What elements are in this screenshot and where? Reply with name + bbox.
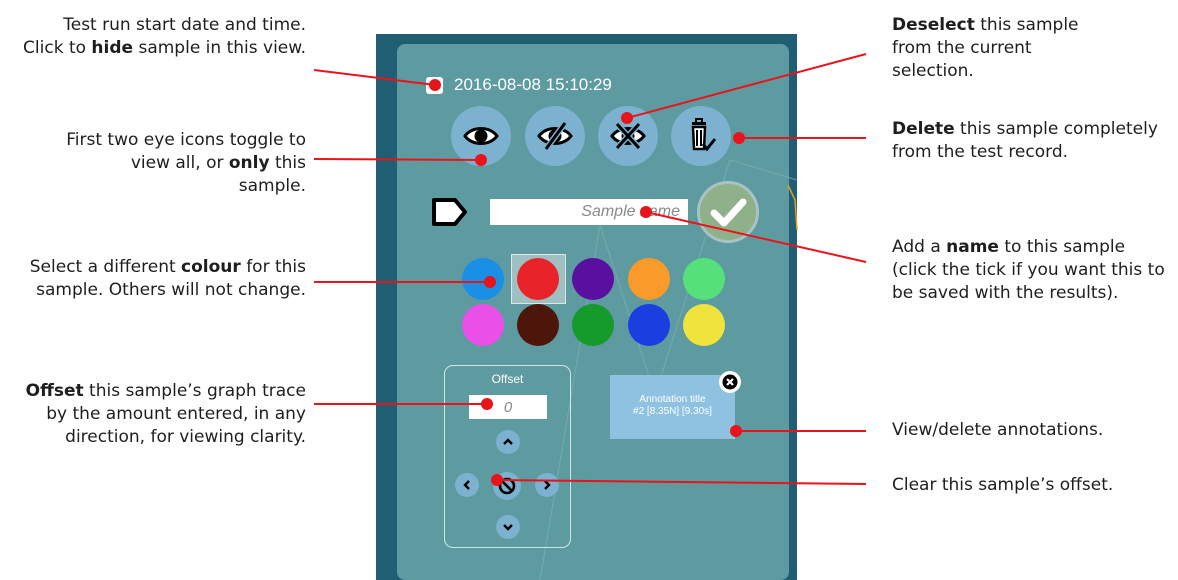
trash-check-icon [691, 118, 717, 152]
colour-swatch[interactable] [517, 258, 559, 300]
offset-left-button[interactable] [455, 473, 479, 497]
check-icon [710, 198, 747, 227]
colour-swatch[interactable] [683, 304, 725, 346]
colour-swatch[interactable] [517, 304, 559, 346]
colour-swatch[interactable] [572, 304, 614, 346]
view-all-button[interactable] [451, 106, 511, 166]
colour-swatch[interactable] [628, 258, 670, 300]
close-icon [722, 374, 738, 390]
eye-slash-icon [537, 121, 573, 151]
eye-icon [463, 127, 499, 145]
annotation-card[interactable]: Annotation title #2 [8.35N] [9.30s] [610, 375, 735, 439]
tag-icon [432, 198, 467, 226]
annotation-detail: #2 [8.35N] [9.30s] [633, 406, 712, 417]
delete-sample-button[interactable] [671, 106, 731, 166]
colour-swatch[interactable] [683, 258, 725, 300]
chevron-up-icon [503, 438, 513, 445]
sample-start-datetime[interactable]: 2016-08-08 15:10:29 [454, 75, 612, 95]
colour-swatch[interactable] [628, 304, 670, 346]
save-name-button[interactable] [697, 181, 759, 243]
offset-down-button[interactable] [496, 515, 520, 539]
colour-swatch[interactable] [462, 304, 504, 346]
chevron-down-icon [503, 524, 513, 531]
colour-swatch[interactable] [572, 258, 614, 300]
clear-offset-button[interactable] [493, 472, 521, 500]
colour-swatch[interactable] [462, 258, 504, 300]
hide-sample-checkbox[interactable] [426, 77, 443, 94]
offset-up-button[interactable] [496, 430, 520, 454]
annotation-title: Annotation title [639, 394, 706, 405]
offset-right-button[interactable] [535, 473, 559, 497]
delete-annotation-button[interactable] [719, 371, 741, 393]
ban-icon [498, 477, 516, 495]
deselect-button[interactable] [598, 106, 658, 166]
chevron-left-icon [463, 480, 470, 490]
offset-input[interactable] [469, 395, 547, 419]
view-only-button[interactable] [525, 106, 585, 166]
offset-title: Offset [491, 372, 524, 386]
sample-name-input[interactable] [490, 199, 688, 225]
chevron-right-icon [544, 480, 551, 490]
eye-cross-icon [610, 121, 646, 151]
